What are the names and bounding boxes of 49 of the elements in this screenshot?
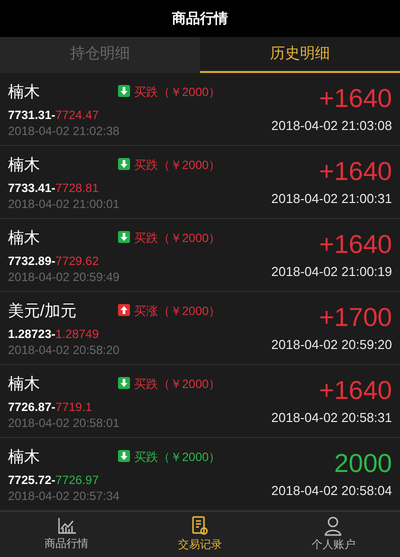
page-title: 商品行情 <box>172 9 228 28</box>
close-time: 2018-04-02 21:03:08 <box>271 117 392 135</box>
close-time: 2018-04-02 20:58:31 <box>271 409 392 427</box>
profit-amount: +1640 <box>318 229 392 259</box>
nav-tab[interactable]: 个人账户 <box>266 512 400 557</box>
nav-tab[interactable]: 商品行情 <box>0 512 134 557</box>
open-time: 2018-04-02 21:00:01 <box>8 196 118 212</box>
trade-row[interactable]: 楠木 7733.41-7728.81 2018-04-02 21:00:01 买跌（￥2000） +1640 2018-04-02 21:00:31 <box>0 146 400 219</box>
trade-row[interactable]: 美元/加元 1.28723-1.28749 2018-04-02 20:58:20 买涨（￥2000） +1700 2018-04-02 20:59:20 <box>0 292 400 365</box>
profit-amount: +1640 <box>318 156 392 186</box>
profit-amount: +1640 <box>318 375 392 405</box>
price-range: 7732.89-7729.62 <box>8 253 100 269</box>
price-range: 7725.72-7726.97 <box>8 472 100 488</box>
tab[interactable]: 历史明细 <box>200 37 400 73</box>
price-range: 7726.87-7719.1 <box>8 399 94 415</box>
user-icon <box>324 516 342 536</box>
price-range: 7731.31-7724.47 <box>8 107 100 123</box>
close-time: 2018-04-02 20:59:20 <box>271 336 392 354</box>
trade-row[interactable]: 楠木 7726.87-7719.1 2018-04-02 20:58:01 买跌（￥2000） +1640 2018-04-02 20:58:31 <box>0 365 400 438</box>
trade-row[interactable]: 楠木 7732.89-7729.62 2018-04-02 20:59:49 买跌（￥2000） +1640 2018-04-02 21:00:19 <box>0 219 400 292</box>
nav-tab[interactable]: 交易记录 <box>133 512 267 557</box>
close-time: 2018-04-02 20:58:04 <box>271 482 392 500</box>
product-name: 楠木 <box>8 156 41 176</box>
close-time: 2018-04-02 21:00:31 <box>271 190 392 208</box>
order-type: 买跌（￥2000） <box>134 231 221 245</box>
product-name: 楠木 <box>8 375 41 395</box>
order-type: 买跌（￥2000） <box>134 158 221 172</box>
profit-amount: 2000 <box>334 448 392 478</box>
order-type: 买涨（￥2000） <box>134 304 221 318</box>
profit-amount: +1700 <box>318 302 392 332</box>
open-time: 2018-04-02 20:59:49 <box>8 269 118 285</box>
product-name: 楠木 <box>8 83 41 103</box>
price-range: 1.28723-1.28749 <box>8 326 100 342</box>
price-range: 7733.41-7728.81 <box>8 180 100 196</box>
trade-row[interactable]: 楠木 7731.31-7724.47 2018-04-02 21:02:38 买跌（￥2000） +1640 2018-04-02 21:03:08 <box>0 73 400 146</box>
open-time: 2018-04-02 20:58:01 <box>8 415 118 431</box>
order-type: 买跌（￥2000） <box>134 377 221 391</box>
close-time: 2018-04-02 21:00:19 <box>271 263 392 281</box>
product-name: 美元/加元 <box>8 302 78 322</box>
chart-icon <box>56 516 77 535</box>
document-icon <box>190 516 209 536</box>
order-type: 买跌（￥2000） <box>134 450 221 464</box>
open-time: 2018-04-02 20:58:20 <box>8 342 118 358</box>
profit-amount: +1640 <box>318 83 392 113</box>
order-type: 买跌（￥2000） <box>134 85 221 99</box>
product-name: 楠木 <box>8 448 41 468</box>
open-time: 2018-04-02 20:57:34 <box>8 488 118 504</box>
open-time: 2018-04-02 21:02:38 <box>8 123 118 139</box>
product-name: 楠木 <box>8 229 41 249</box>
